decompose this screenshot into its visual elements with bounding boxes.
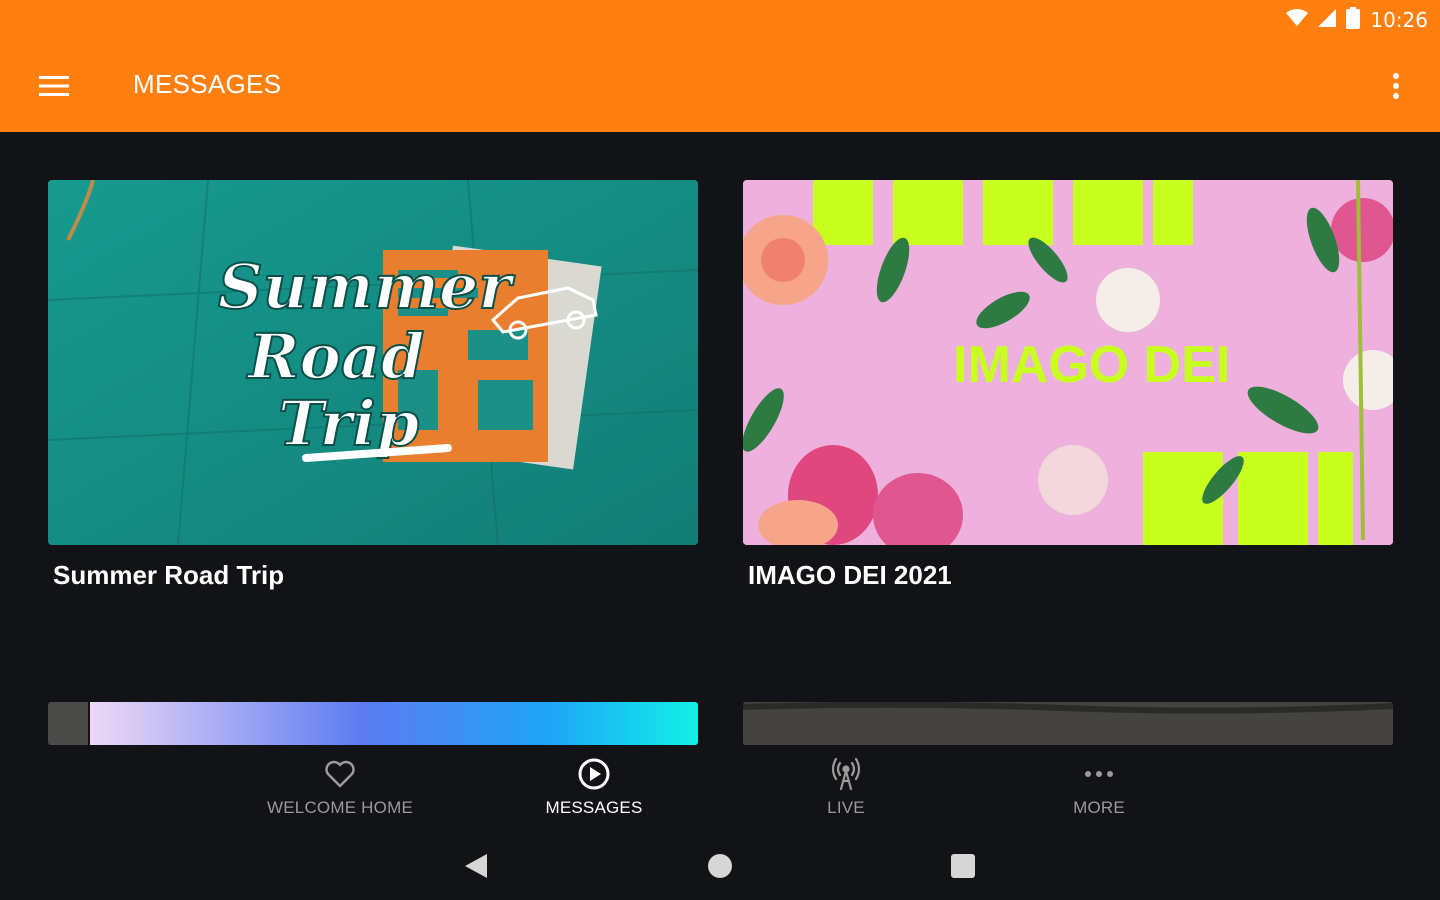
back-triangle-icon[interactable]: [452, 842, 500, 890]
nav-label: WELCOME HOME: [267, 798, 413, 817]
heart-icon: [324, 756, 356, 792]
status-time: 10:26: [1370, 8, 1428, 32]
nav-item-live[interactable]: LIVE: [746, 752, 946, 824]
nav-label: MORE: [1073, 798, 1125, 817]
system-navigation-bar: [0, 828, 1440, 900]
series-artwork: IMAGO DEI: [743, 180, 1393, 545]
nav-item-messages[interactable]: MESSAGES: [494, 752, 694, 824]
hamburger-menu-icon[interactable]: [26, 62, 82, 110]
cell-signal-icon: [1318, 8, 1337, 32]
status-bar: 10:26: [1286, 0, 1440, 40]
artwork-text-summer: Summer: [218, 250, 516, 323]
app-bar: MESSAGES: [0, 40, 1440, 132]
play-circle-icon: [577, 756, 611, 792]
artwork-text-road: Road: [246, 320, 424, 393]
artwork-text-imago-dei: IMAGO DEI: [953, 336, 1230, 394]
more-vert-icon[interactable]: [1378, 62, 1414, 110]
more-horiz-icon: [1083, 756, 1115, 792]
broadcast-antenna-icon: [830, 756, 862, 792]
nav-label: MESSAGES: [545, 798, 643, 817]
bottom-navigation: WELCOME HOME MESSAGES LIVE MORE: [0, 752, 1440, 824]
nav-item-more[interactable]: MORE: [999, 752, 1199, 824]
series-artwork: Summer Road Trip: [48, 180, 698, 545]
app-header: 10:26 MESSAGES: [0, 0, 1440, 132]
recents-square-icon[interactable]: [939, 842, 987, 890]
series-card-imago-dei-2021[interactable]: IMAGO DEI IMAGO DEI 2021: [743, 180, 1393, 600]
battery-icon: [1346, 6, 1361, 34]
card-title: IMAGO DEI 2021: [748, 560, 952, 590]
page-title: MESSAGES: [133, 69, 282, 99]
wifi-icon: [1286, 8, 1309, 32]
home-circle-icon[interactable]: [696, 842, 744, 890]
nav-item-welcome-home[interactable]: WELCOME HOME: [240, 752, 440, 824]
card-title: Summer Road Trip: [53, 560, 285, 590]
series-card-partial[interactable]: [48, 702, 698, 745]
series-card-partial[interactable]: [743, 702, 1393, 745]
series-card-summer-road-trip[interactable]: Summer Road Trip Summer Road Trip: [48, 180, 698, 600]
nav-label: LIVE: [827, 798, 865, 817]
